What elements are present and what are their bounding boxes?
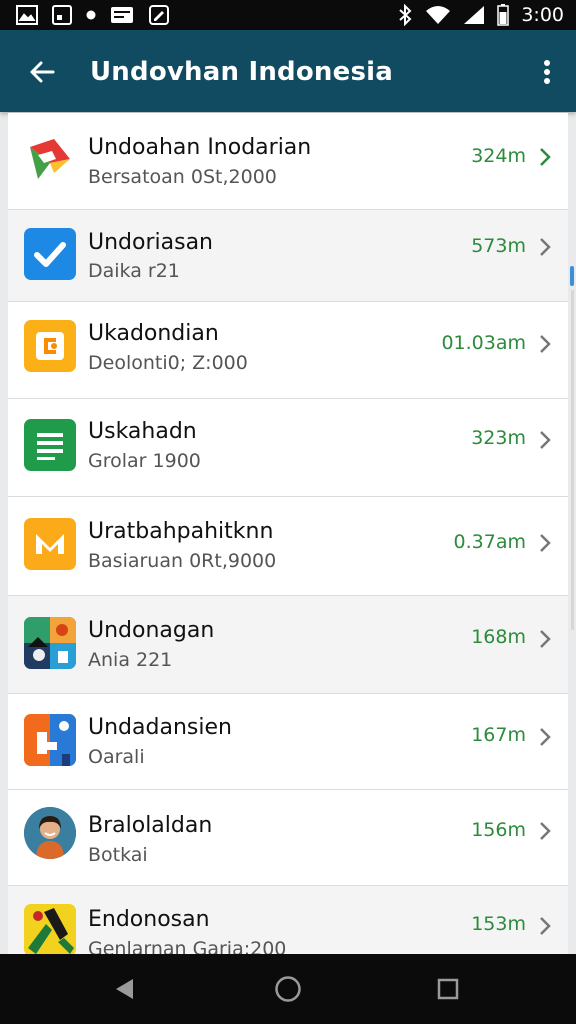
chevron-right-icon — [540, 534, 551, 552]
item-subtitle: Basiaruan 0Rt,9000 — [88, 550, 277, 572]
mail-app-icon — [24, 518, 76, 570]
navigation-bar — [0, 954, 576, 1024]
sheets-app-icon — [24, 419, 76, 471]
chevron-right-icon — [540, 630, 551, 648]
item-distance: 573m — [471, 235, 526, 257]
place-list: Undoahan Inodarian Bersatoan 0St,2000 32… — [8, 113, 568, 954]
status-time: 3:00 — [521, 4, 564, 26]
item-subtitle: Botkai — [88, 844, 148, 866]
item-title: Endonosan — [88, 907, 210, 932]
sports-app-icon — [24, 904, 76, 954]
item-subtitle: Daika r21 — [88, 260, 180, 282]
item-title: Uratbahpahitknn — [88, 519, 274, 544]
item-title: Ukadondian — [88, 321, 219, 346]
status-bar-left-icons — [16, 3, 170, 27]
notification-icon — [111, 7, 133, 23]
list-item[interactable]: Uratbahpahitknn Basiaruan 0Rt,9000 0.37a… — [8, 497, 568, 596]
item-distance: 168m — [471, 626, 526, 648]
chevron-right-icon — [540, 148, 551, 166]
list-item[interactable]: Bralolaldan Botkai 156m — [8, 790, 568, 886]
nav-home-button[interactable] — [270, 971, 306, 1007]
app-bar: Undovhan Indonesia — [0, 30, 576, 112]
item-distance: 323m — [471, 427, 526, 449]
media-icon — [52, 5, 72, 25]
recents-square-icon — [437, 978, 459, 1000]
list-item[interactable]: Uskahadn Grolar 1900 323m — [8, 399, 568, 497]
back-triangle-icon — [116, 979, 133, 999]
item-title: Undonagan — [88, 618, 215, 643]
dot-icon — [86, 10, 96, 20]
back-button[interactable] — [22, 52, 62, 92]
list-item[interactable]: Endonosan Genlarnan Garia:200 153m — [8, 886, 568, 954]
arrow-left-icon — [30, 61, 55, 83]
profile-photo-icon — [24, 807, 76, 859]
item-distance: 324m — [471, 145, 526, 167]
status-bar: 3:00 — [0, 0, 576, 30]
chevron-right-icon — [540, 238, 551, 256]
signal-icon — [464, 6, 485, 24]
page-title: Undovhan Indonesia — [90, 57, 393, 87]
checkmark-app-icon — [24, 228, 76, 280]
item-title: Undadansien — [88, 715, 232, 740]
scrollbar-track[interactable] — [571, 290, 574, 630]
list-item[interactable]: Ukadondian Deolonti0; Z:000 01.03am — [8, 302, 568, 399]
status-bar-right-icons: 3:00 — [397, 3, 564, 27]
shop-app-icon — [24, 714, 76, 766]
item-title: Uskahadn — [88, 419, 197, 444]
item-subtitle: Deolonti0; Z:000 — [88, 352, 248, 374]
chevron-right-icon — [540, 822, 551, 840]
more-vert-icon — [544, 60, 550, 84]
nav-recents-button[interactable] — [430, 971, 466, 1007]
nav-back-button[interactable] — [106, 971, 142, 1007]
chevron-right-icon — [540, 335, 551, 353]
item-distance: 167m — [471, 724, 526, 746]
coin-app-icon — [24, 320, 76, 372]
item-subtitle: Bersatoan 0St,2000 — [88, 166, 277, 188]
battery-icon — [497, 4, 510, 26]
list-item[interactable]: Undonagan Ania 221 168m — [8, 596, 568, 694]
chevron-right-icon — [540, 728, 551, 746]
item-title: Bralolaldan — [88, 813, 213, 838]
chevron-right-icon — [540, 917, 551, 935]
scrollbar-thumb[interactable] — [570, 266, 574, 286]
bluetooth-icon — [399, 4, 412, 26]
item-subtitle: Oarali — [88, 746, 145, 768]
list-item[interactable]: Undoriasan Daika r21 573m — [8, 210, 568, 302]
image-icon — [16, 5, 38, 25]
edit-icon — [149, 5, 169, 25]
item-subtitle: Ania 221 — [88, 649, 173, 671]
item-title: Undoahan Inodarian — [88, 135, 312, 160]
item-distance: 01.03am — [441, 332, 526, 354]
item-distance: 0.37am — [453, 531, 526, 553]
map-app-icon — [24, 133, 76, 185]
game-app-icon — [24, 617, 76, 669]
list-item[interactable]: Undoahan Inodarian Bersatoan 0St,2000 32… — [8, 113, 568, 210]
home-circle-icon — [275, 976, 301, 1002]
item-title: Undoriasan — [88, 230, 213, 255]
wifi-icon — [426, 6, 451, 24]
chevron-right-icon — [540, 431, 551, 449]
item-subtitle: Grolar 1900 — [88, 450, 201, 472]
item-distance: 156m — [471, 819, 526, 841]
list-item[interactable]: Undadansien Oarali 167m — [8, 694, 568, 790]
overflow-menu-button[interactable] — [532, 52, 562, 92]
item-subtitle: Genlarnan Garia:200 — [88, 938, 287, 954]
item-distance: 153m — [471, 913, 526, 935]
